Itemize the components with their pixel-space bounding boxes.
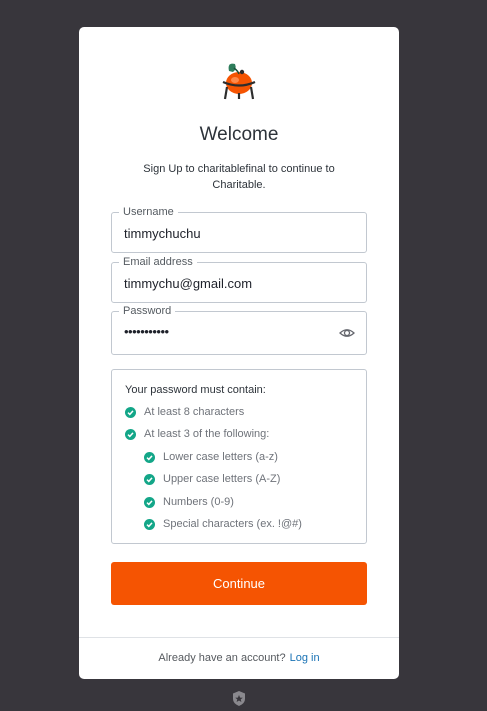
username-field[interactable]: Username timmychuchu xyxy=(111,205,367,253)
requirement-subitem: Upper case letters (A-Z) xyxy=(144,472,280,486)
continue-button[interactable]: Continue xyxy=(111,562,367,605)
requirement-text: Lower case letters (a-z) xyxy=(163,451,278,463)
page-title: Welcome xyxy=(199,124,279,145)
requirement-item: At least 8 characters xyxy=(125,405,244,419)
requirement-text: Upper case letters (A-Z) xyxy=(163,473,281,485)
requirement-subitem: Numbers (0-9) xyxy=(144,495,234,509)
login-prompt-text: Already have an account? xyxy=(158,652,286,664)
requirement-text: At least 8 characters xyxy=(144,406,245,418)
username-label: Username xyxy=(119,205,178,219)
requirement-text: At least 3 of the following: xyxy=(144,428,270,440)
requirement-text: Numbers (0-9) xyxy=(163,496,234,508)
footer-divider xyxy=(79,637,399,638)
check-circle-icon xyxy=(144,496,155,508)
password-value: ••••••••••• xyxy=(124,324,169,339)
email-value: timmychu@gmail.com xyxy=(124,276,253,291)
signup-card: Welcome Sign Up to charitablefinal to co… xyxy=(79,27,399,679)
charitable-logo-icon xyxy=(222,63,256,100)
password-requirements: Your password must contain: At least 8 c… xyxy=(111,369,367,544)
eye-icon[interactable] xyxy=(339,325,355,341)
requirement-item: At least 3 of the following: xyxy=(125,427,269,441)
page-subtitle: Sign Up to charitablefinal to continue t… xyxy=(143,163,335,191)
check-circle-icon xyxy=(144,451,155,463)
email-label: Email address xyxy=(119,255,197,269)
check-circle-icon xyxy=(144,518,155,530)
username-value: timmychuchu xyxy=(124,226,201,241)
email-field[interactable]: Email address timmychu@gmail.com xyxy=(111,255,367,303)
password-label: Password xyxy=(119,304,176,318)
check-circle-icon xyxy=(125,428,136,440)
login-prompt: Already have an account? Log in xyxy=(79,652,399,664)
auth0-badge-icon xyxy=(233,691,245,706)
requirement-subitem: Special characters (ex. !@#) xyxy=(144,517,302,531)
check-circle-icon xyxy=(125,406,136,418)
check-circle-icon xyxy=(144,473,155,485)
requirements-heading: Your password must contain: xyxy=(125,384,266,396)
login-link[interactable]: Log in xyxy=(290,652,320,664)
requirement-text: Special characters (ex. !@#) xyxy=(163,518,302,530)
requirement-subitem: Lower case letters (a-z) xyxy=(144,450,278,464)
password-field[interactable]: Password ••••••••••• xyxy=(111,304,367,355)
